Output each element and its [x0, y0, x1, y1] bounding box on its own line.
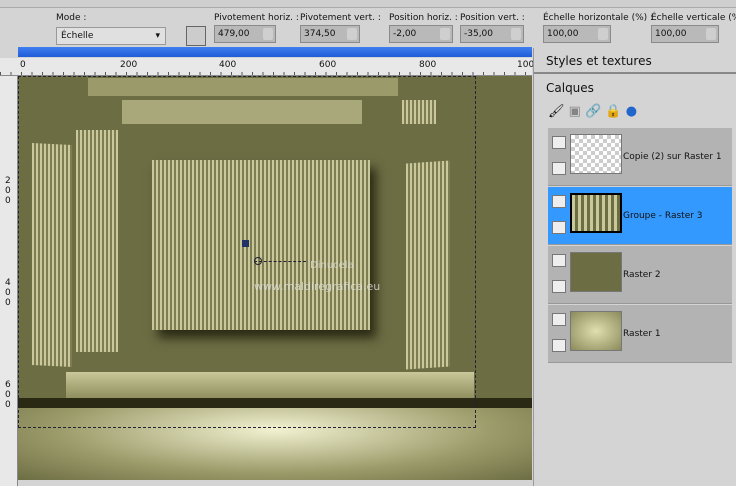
blend-icon[interactable]: ● — [626, 104, 637, 119]
mode-label: Mode : — [56, 13, 87, 23]
pivot-h-label: Pivotement horiz. : — [214, 13, 299, 23]
lock-icon[interactable]: 🔒 — [605, 104, 621, 119]
eye-icon — [552, 339, 566, 352]
rotation-handle[interactable] — [242, 240, 249, 247]
styles-textures-header[interactable]: Styles et textures — [534, 48, 736, 74]
pivot-handle[interactable] — [254, 257, 262, 265]
layer-row-selected[interactable]: Groupe - Raster 3 — [548, 187, 732, 245]
mask-icon[interactable]: ▣ — [569, 104, 581, 119]
layer-visibility-icon — [552, 254, 566, 267]
layers-header[interactable]: Calques — [546, 81, 594, 95]
pivot-h-input[interactable]: 479,00 — [214, 25, 276, 43]
image-window-titlebar[interactable] — [18, 47, 532, 57]
new-layer-icon[interactable]: 🖌 — [548, 104, 565, 119]
pos-v-input[interactable]: -35,00 — [460, 25, 524, 43]
main-toolbar — [0, 0, 736, 8]
layers-toolbar: 🖌 ▣ 🔗 🔒 ● — [548, 104, 708, 124]
scale-v-label: Échelle verticale (%) — [651, 13, 736, 23]
eye-icon — [552, 162, 566, 175]
layer-thumbnail — [570, 193, 622, 233]
layer-visibility-icon — [552, 136, 566, 149]
tool-options-bar: Mode : Échelle ▾ Pivotement horiz. : 479,… — [0, 8, 736, 48]
ruler-vertical: 2 0 0 4 0 0 6 0 0 — [0, 76, 18, 486]
pivot-v-input[interactable]: 374,50 — [300, 25, 360, 43]
scale-h-input[interactable]: 100,00 — [543, 25, 611, 43]
pivot-v-label: Pivotement vert. : — [300, 13, 381, 23]
layer-row[interactable]: Raster 2 — [548, 246, 732, 304]
eye-icon — [552, 280, 566, 293]
eye-icon — [552, 221, 566, 234]
image-canvas[interactable]: Dinucela www.maldiregrafica.eu — [18, 76, 532, 480]
layer-thumbnail — [570, 311, 622, 351]
layer-visibility-icon — [552, 195, 566, 208]
layer-row[interactable]: Raster 1 — [548, 305, 732, 363]
layer-thumbnail — [570, 252, 622, 292]
pos-h-input[interactable]: -2,00 — [389, 25, 453, 43]
watermark: Dinucela — [310, 260, 354, 271]
pos-h-label: Position horiz. : — [389, 13, 458, 23]
link-icon[interactable]: 🔗 — [585, 104, 601, 119]
mode-select[interactable]: Échelle ▾ — [56, 27, 166, 45]
scale-v-input[interactable]: 100,00 — [651, 25, 719, 43]
layer-visibility-icon — [552, 313, 566, 326]
layer-thumbnail — [570, 134, 622, 174]
transform-icon[interactable] — [186, 26, 206, 46]
scale-h-label: Échelle horizontale (%) : — [543, 13, 654, 23]
mode-value: Échelle — [61, 31, 94, 41]
pos-v-label: Position vert. : — [460, 13, 525, 23]
ruler-horizontal: 0 200 400 600 800 100 — [0, 58, 534, 76]
selection-box[interactable] — [18, 76, 476, 428]
layer-row[interactable]: Copie (2) sur Raster 1 — [548, 128, 732, 186]
chevron-down-icon: ▾ — [155, 31, 160, 41]
watermark-url: www.maldiregrafica.eu — [254, 280, 381, 293]
